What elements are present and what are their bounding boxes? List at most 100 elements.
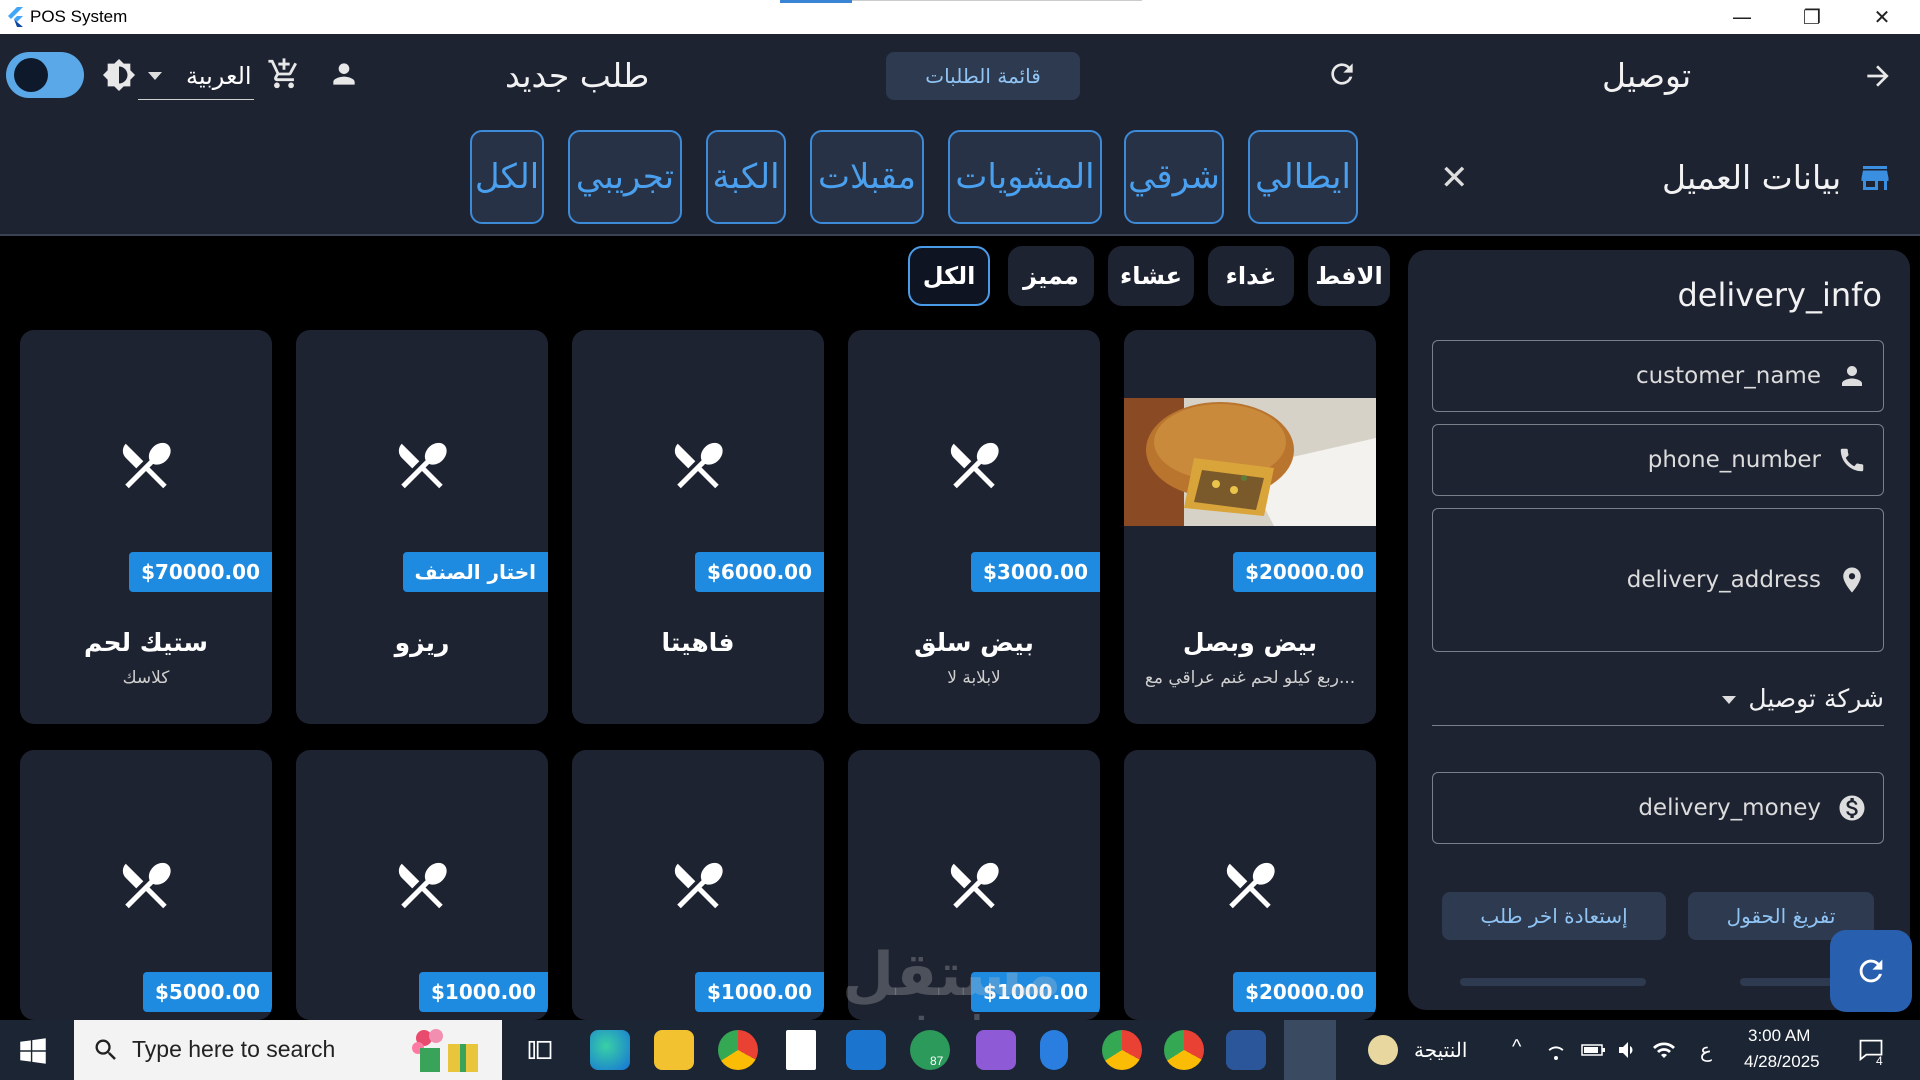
product-price: $3000.00	[970, 552, 1100, 592]
product-price: $20000.00	[1233, 552, 1376, 592]
phone-icon	[1840, 448, 1864, 472]
wifi-icon[interactable]	[1652, 1038, 1676, 1062]
delivery-info-panel: delivery_info customer_name phone_number…	[1408, 250, 1910, 1010]
product-card[interactable]: اختار الصنف ريزو	[296, 330, 548, 724]
clock-date[interactable]: 4/28/2025	[1744, 1052, 1820, 1072]
brightness-button[interactable]	[100, 56, 138, 94]
product-card[interactable]: $6000.00 فاهيتا	[572, 330, 824, 724]
keyboard-language[interactable]: ع	[1700, 1038, 1712, 1063]
restore-button[interactable]: ❐	[1782, 0, 1842, 34]
product-price: $1000.00	[694, 972, 824, 1012]
restaurant-icon	[674, 862, 723, 909]
titlebar-divider	[852, 0, 1142, 1]
vscode-app-icon[interactable]	[846, 1030, 886, 1070]
flutter-logo-icon	[8, 7, 23, 27]
network-icon[interactable]	[1544, 1038, 1568, 1062]
phone-number-placeholder: phone_number	[1647, 447, 1821, 473]
flutter-app-taskbar-icon[interactable]	[1284, 1020, 1336, 1080]
clock-time[interactable]: 3:00 AM	[1748, 1026, 1810, 1046]
chrome-app-icon[interactable]	[718, 1030, 758, 1070]
arrow-right-icon	[1867, 65, 1889, 87]
close-customer-panel-button[interactable]: ✕	[1440, 158, 1469, 198]
filter-all[interactable]: الكل	[908, 246, 990, 306]
category-kibbeh[interactable]: الكبة	[706, 130, 786, 224]
filter-dinner[interactable]: عشاء	[1108, 246, 1194, 306]
product-name: فاهيتا	[661, 628, 735, 657]
word-app-icon[interactable]	[1226, 1030, 1266, 1070]
refresh-button[interactable]	[1322, 54, 1362, 94]
restaurant-icon	[1226, 862, 1275, 909]
delivery-money-field[interactable]: delivery_money	[1432, 772, 1884, 844]
bluetooth-app-icon[interactable]	[1040, 1030, 1068, 1070]
minimize-button[interactable]: —	[1712, 0, 1772, 34]
product-name: ستيك لحم	[84, 628, 208, 657]
phone-number-field[interactable]: phone_number	[1432, 424, 1884, 496]
watermark: مستقل	[842, 940, 1062, 1010]
window-title: POS System	[30, 7, 128, 26]
product-price: اختار الصنف	[402, 552, 548, 592]
product-price: $1000.00	[418, 972, 548, 1012]
chrome-app-icon-3[interactable]	[1164, 1030, 1204, 1070]
filter-breakfast[interactable]: الافط	[1308, 246, 1390, 306]
category-appetizers[interactable]: مقبلات	[810, 130, 924, 224]
windows-start-icon[interactable]	[16, 1034, 50, 1068]
document-app-icon[interactable]	[786, 1030, 816, 1070]
theme-toggle-switch[interactable]	[6, 52, 84, 98]
close-window-button[interactable]: ✕	[1852, 0, 1912, 34]
filter-lunch[interactable]: غداء	[1208, 246, 1294, 306]
product-card[interactable]: $1000.00	[572, 750, 824, 1020]
volume-icon[interactable]	[1616, 1038, 1640, 1062]
delivery-address-field[interactable]: delivery_address	[1432, 508, 1884, 652]
restaurant-icon	[950, 862, 999, 909]
product-card[interactable]: $20000.00 بيض وبصل ربع كيلو لحم غنم عراق…	[1124, 330, 1376, 724]
category-test[interactable]: تجريبي	[568, 130, 682, 224]
chevron-down-icon	[148, 72, 162, 80]
customer-name-field[interactable]: customer_name	[1432, 340, 1884, 412]
product-card[interactable]: $5000.00	[20, 750, 272, 1020]
product-description: لابلابة لا	[947, 668, 1001, 688]
taskbar-search-box[interactable]: Type here to search	[74, 1020, 502, 1080]
language-select[interactable]: العربية	[138, 54, 254, 100]
product-description: كلاسك	[122, 668, 170, 688]
language-value: العربية	[186, 62, 252, 90]
restore-last-order-button[interactable]: إستعادة اخر طلب	[1442, 892, 1666, 940]
minimize-icon: —	[1732, 5, 1752, 29]
toggle-knob	[14, 58, 48, 92]
chevron-down-icon	[1722, 696, 1736, 704]
category-all[interactable]: الكل	[470, 130, 544, 224]
cart-button[interactable]	[264, 54, 304, 94]
close-icon: ✕	[1873, 5, 1891, 29]
notification-count: 4	[1876, 1054, 1883, 1068]
customer-name-placeholder: customer_name	[1635, 363, 1821, 389]
refresh-fab[interactable]	[1830, 930, 1912, 1012]
category-grills[interactable]: المشويات	[948, 130, 1102, 224]
restaurant-icon	[122, 862, 171, 909]
product-price: $6000.00	[694, 552, 824, 592]
user-button[interactable]	[326, 56, 362, 92]
chevron-up-icon[interactable]: ^	[1512, 1036, 1521, 1059]
product-card[interactable]: $70000.00 ستيك لحم كلاسك	[20, 330, 272, 724]
product-card[interactable]: $3000.00 بيض سلق لابلابة لا	[848, 330, 1100, 724]
file-explorer-icon[interactable]	[654, 1030, 694, 1070]
windows-taskbar: Type here to search 87 النتيجة ^ ع 3:00 …	[0, 1020, 1920, 1080]
product-card[interactable]: $20000.00	[1124, 750, 1376, 1020]
back-button[interactable]	[1858, 56, 1898, 96]
store-icon	[1861, 166, 1889, 190]
restaurant-icon	[122, 442, 171, 489]
category-italian[interactable]: ايطالي	[1248, 130, 1358, 224]
filter-featured[interactable]: مميز	[1008, 246, 1094, 306]
category-oriental[interactable]: شرقي	[1124, 130, 1224, 224]
page-title: طلب جديد	[505, 56, 650, 95]
location-pin-icon	[1843, 567, 1861, 593]
product-card[interactable]: $1000.00	[296, 750, 548, 1020]
visual-studio-icon[interactable]	[976, 1030, 1016, 1070]
edge-app-icon[interactable]	[590, 1030, 630, 1070]
chrome-badge: 87	[930, 1054, 944, 1068]
orders-list-button[interactable]: قائمة الطلبات	[886, 52, 1080, 100]
task-view-icon[interactable]	[526, 1036, 554, 1064]
chrome-app-icon-2[interactable]	[1102, 1030, 1142, 1070]
battery-icon[interactable]	[1580, 1038, 1606, 1062]
delivery-company-select[interactable]: شركة توصيل	[1432, 682, 1884, 726]
scroll-hint	[1740, 978, 1840, 986]
person-icon	[333, 63, 355, 85]
